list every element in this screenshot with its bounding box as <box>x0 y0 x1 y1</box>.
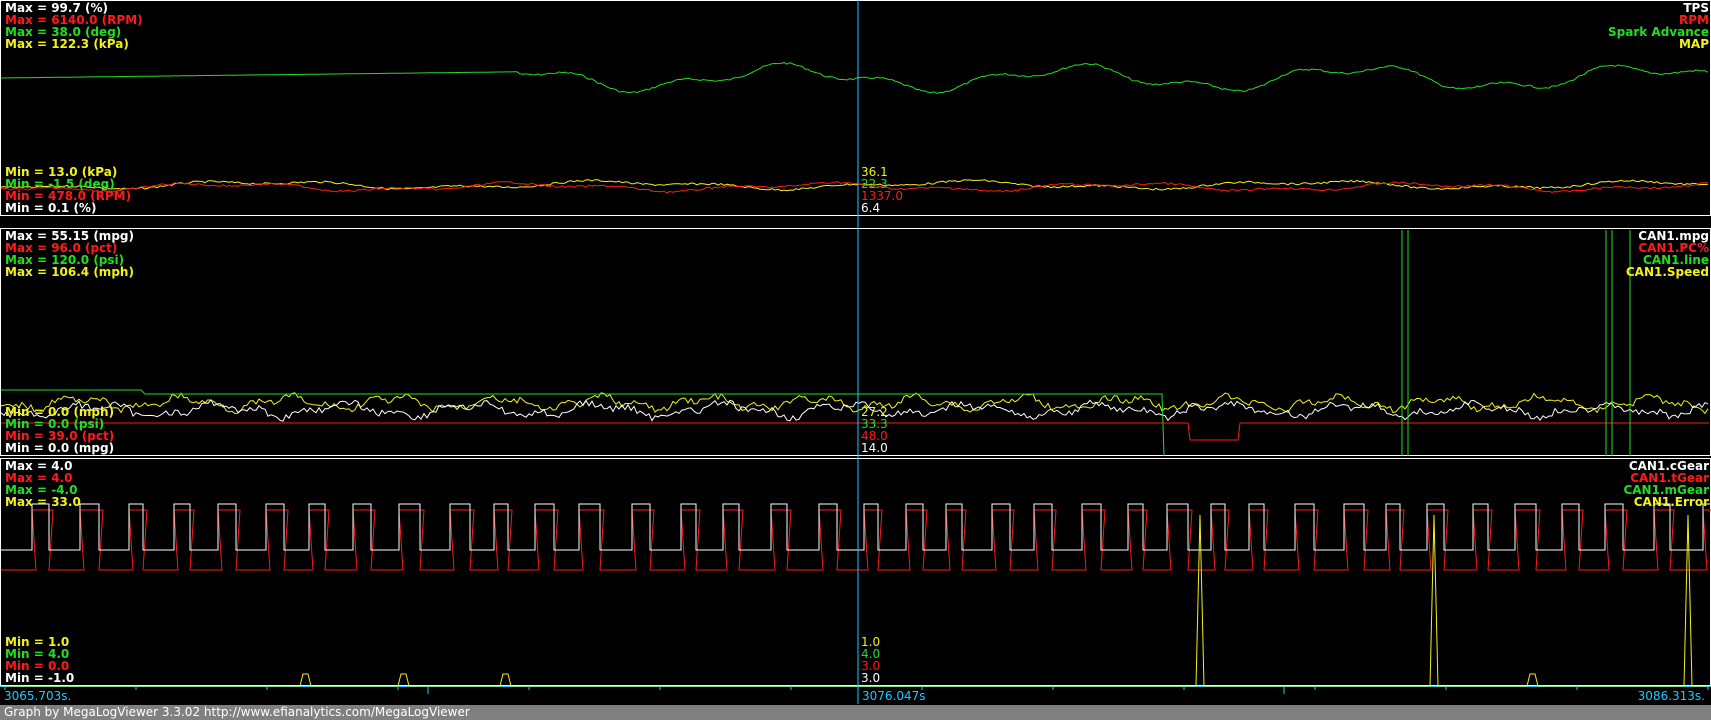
panel1-max-label: Max = 122.3 (kPa) <box>5 37 129 51</box>
trace-lines <box>0 62 1711 687</box>
panel-border-2 <box>0 228 1711 456</box>
time-cursor-label: 3076.047s <box>862 689 926 703</box>
footer-bar: Graph by MegaLogViewer 3.3.02 http://www… <box>0 705 1711 720</box>
cgear-trace <box>1 503 1711 551</box>
error-trace <box>1 514 1709 687</box>
panel3-max-label: Max = 33.0 <box>5 495 81 509</box>
time-start-label: 3065.703s. <box>4 689 72 703</box>
map-trace <box>0 179 1709 192</box>
panel2-cursor-value: 14.0 <box>861 441 888 455</box>
panel1-min-label: Min = 0.1 (%) <box>5 201 97 215</box>
panel-borders <box>0 0 1711 687</box>
spark-advance-trace <box>1 62 1709 94</box>
time-axis-ticks <box>4 686 1709 694</box>
panel2-max-label: Max = 106.4 (mph) <box>5 265 134 279</box>
panel1-channel-name: MAP <box>1678 37 1709 51</box>
time-end-label: 3086.313s. <box>1637 689 1705 703</box>
rpm-trace <box>0 181 1709 194</box>
footer-credit: Graph by MegaLogViewer 3.3.02 http://www… <box>4 705 470 719</box>
panel3-cursor-value: 3.0 <box>861 671 881 685</box>
panel1-cursor-value: 6.4 <box>861 201 881 215</box>
panel2-channel-name: CAN1.Speed <box>1625 265 1709 279</box>
log-graph-canvas[interactable] <box>0 0 1711 720</box>
pc-percent-trace <box>1 422 1709 441</box>
panel2-min-label: Min = 0.0 (mpg) <box>5 441 115 455</box>
panel3-channel-name: CAN1.Error <box>1633 495 1709 509</box>
tgear-trace <box>1 509 1711 571</box>
panel3-min-label: Min = -1.0 <box>5 671 75 685</box>
panel-border-3 <box>0 458 1711 686</box>
